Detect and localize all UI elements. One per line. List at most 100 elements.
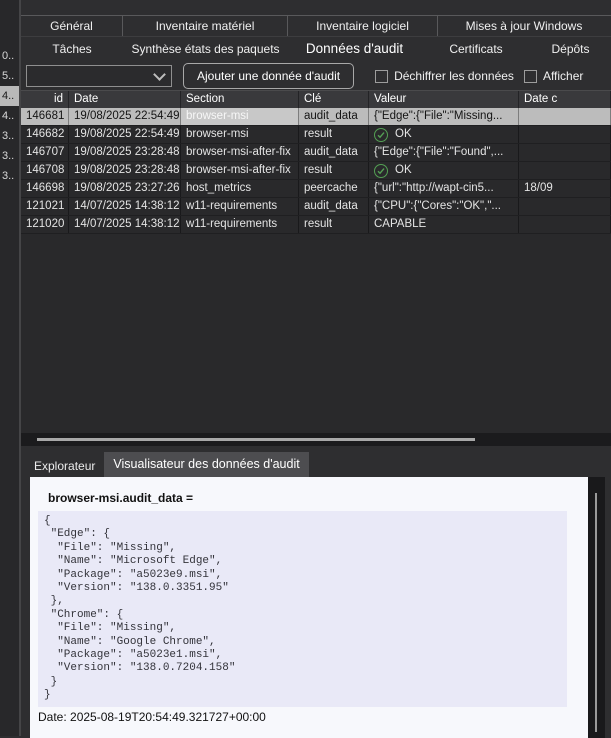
- chevron-down-icon: [153, 68, 166, 81]
- table-row[interactable]: 12102114/07/2025 14:38:12w11-requirement…: [21, 198, 611, 216]
- table-row[interactable]: 12102014/07/2025 14:38:12w11-requirement…: [21, 216, 611, 234]
- page-tabs-row2: TâchesSynthèse états des paquetsDonnées …: [21, 37, 611, 60]
- cell-value[interactable]: CAPABLE: [369, 216, 519, 233]
- cell-section[interactable]: browser-msi-after-fix: [181, 144, 299, 161]
- horizontal-scrollbar[interactable]: [21, 433, 611, 446]
- table-row[interactable]: 14669819/08/2025 23:27:26host_metricspee…: [21, 180, 611, 198]
- host-detail-panel: GénéralInventaire matérielInventaire log…: [21, 0, 611, 736]
- cell-date-creation[interactable]: [519, 162, 611, 179]
- tab-donn-es-d-audit[interactable]: Données d'audit: [288, 41, 421, 56]
- column-header-date-c[interactable]: Date c: [519, 91, 611, 108]
- host-list-item[interactable]: 3..: [0, 146, 19, 166]
- cell-section[interactable]: browser-msi: [181, 126, 299, 143]
- show-data-label: Afficher: [543, 69, 583, 83]
- tab-certificats[interactable]: Certificats: [421, 42, 531, 56]
- tab-synth-se-tats-des-paquets[interactable]: Synthèse états des paquets: [123, 42, 288, 56]
- cell-id[interactable]: 146707: [21, 144, 69, 161]
- cell-section[interactable]: browser-msi-after-fix: [181, 162, 299, 179]
- cell-date-creation[interactable]: [519, 108, 611, 125]
- column-header-id[interactable]: id: [21, 91, 69, 108]
- audit-entry-title: browser-msi.audit_data =: [48, 491, 588, 505]
- tab-mises-jour-windows[interactable]: Mises à jour Windows: [438, 16, 610, 36]
- cell-value[interactable]: {"Edge":{"File":"Missing...: [369, 108, 519, 125]
- cell-id[interactable]: 146698: [21, 180, 69, 197]
- status-ok-icon: [374, 164, 388, 178]
- tab-inventaire-mat-riel[interactable]: Inventaire matériel: [123, 16, 288, 36]
- column-header-section[interactable]: Section: [181, 91, 299, 108]
- tab-t-ches[interactable]: Tâches: [21, 42, 123, 56]
- cell-section[interactable]: host_metrics: [181, 180, 299, 197]
- cell-value[interactable]: {"url":"http://wapt-cin5...: [369, 180, 519, 197]
- cell-id[interactable]: 121020: [21, 216, 69, 233]
- grid-header-row: idDateSectionCléValeurDate c: [21, 91, 611, 108]
- tab-inventaire-logiciel[interactable]: Inventaire logiciel: [288, 16, 438, 36]
- decrypt-data-checkbox[interactable]: Déchiffrer les données: [375, 69, 514, 83]
- status-ok-icon: [374, 128, 388, 142]
- cell-section[interactable]: browser-msi: [181, 108, 299, 125]
- cell-date-creation[interactable]: [519, 198, 611, 215]
- cell-section[interactable]: w11-requirements: [181, 198, 299, 215]
- host-list-item[interactable]: 3..: [0, 126, 19, 146]
- cell-date[interactable]: 14/07/2025 14:38:12: [69, 198, 181, 215]
- vertical-scrollbar-thumb[interactable]: [595, 493, 597, 732]
- checkbox-icon[interactable]: [375, 70, 388, 83]
- viewer-area: browser-msi.audit_data = { "Edge": { "Fi…: [30, 477, 611, 738]
- cell-date[interactable]: 14/07/2025 14:38:12: [69, 216, 181, 233]
- cell-key[interactable]: peercache: [299, 180, 369, 197]
- cell-date-creation[interactable]: [519, 144, 611, 161]
- cell-key[interactable]: audit_data: [299, 198, 369, 215]
- cell-date[interactable]: 19/08/2025 22:54:49: [69, 108, 181, 125]
- tab-d-p-ts[interactable]: Dépôts: [531, 42, 610, 56]
- column-header-valeur[interactable]: Valeur: [369, 91, 519, 108]
- host-list-item[interactable]: 0..: [0, 46, 19, 66]
- grid-body: 14668119/08/2025 22:54:49browser-msiaudi…: [21, 108, 611, 234]
- cell-id[interactable]: 146708: [21, 162, 69, 179]
- table-row[interactable]: 14668219/08/2025 22:54:49browser-msiresu…: [21, 126, 611, 144]
- cell-key[interactable]: result: [299, 162, 369, 179]
- vertical-scrollbar[interactable]: [588, 477, 605, 738]
- horizontal-scrollbar-thumb[interactable]: [37, 438, 475, 441]
- cell-value[interactable]: OK: [369, 126, 519, 143]
- audit-json-box: { "Edge": { "File": "Missing", "Name": "…: [38, 511, 567, 707]
- host-id-list: 0..5..4..4..3..3..3..: [0, 46, 19, 186]
- cell-value[interactable]: {"CPU":{"Cores":"OK","...: [369, 198, 519, 215]
- cell-section[interactable]: w11-requirements: [181, 216, 299, 233]
- host-id-column: 0..5..4..4..3..3..3..: [0, 0, 21, 736]
- table-row[interactable]: 14670819/08/2025 23:28:48browser-msi-aft…: [21, 162, 611, 180]
- cell-date-creation[interactable]: [519, 126, 611, 143]
- cell-id[interactable]: 146682: [21, 126, 69, 143]
- column-header-date[interactable]: Date: [69, 91, 181, 108]
- audit-filter-combobox[interactable]: [26, 65, 172, 87]
- table-row[interactable]: 14668119/08/2025 22:54:49browser-msiaudi…: [21, 108, 611, 126]
- audit-json-pre: { "Edge": { "File": "Missing", "Name": "…: [44, 515, 561, 703]
- audit-toolbar: Ajouter une donnée d'audit Déchiffrer le…: [21, 62, 611, 90]
- cell-value[interactable]: OK: [369, 162, 519, 179]
- host-list-item[interactable]: 3..: [0, 166, 19, 186]
- cell-date[interactable]: 19/08/2025 23:27:26: [69, 180, 181, 197]
- tab-g-n-ral[interactable]: Général: [21, 16, 123, 36]
- cell-id[interactable]: 121021: [21, 198, 69, 215]
- cell-value[interactable]: {"Edge":{"File":"Found",...: [369, 144, 519, 161]
- host-list-item[interactable]: 4..: [0, 86, 19, 106]
- tab-explorateur[interactable]: Explorateur: [25, 456, 104, 477]
- table-row[interactable]: 14670719/08/2025 23:28:48browser-msi-aft…: [21, 144, 611, 162]
- cell-date-creation[interactable]: [519, 216, 611, 233]
- cell-key[interactable]: result: [299, 126, 369, 143]
- host-list-item[interactable]: 4..: [0, 106, 19, 126]
- cell-id[interactable]: 146681: [21, 108, 69, 125]
- checkbox-icon[interactable]: [524, 70, 537, 83]
- cell-key[interactable]: audit_data: [299, 108, 369, 125]
- audit-data-viewer: browser-msi.audit_data = { "Edge": { "Fi…: [30, 477, 588, 738]
- cell-date[interactable]: 19/08/2025 23:28:48: [69, 144, 181, 161]
- show-data-checkbox[interactable]: Afficher: [524, 69, 583, 83]
- host-list-item[interactable]: 5..: [0, 66, 19, 86]
- cell-key[interactable]: audit_data: [299, 144, 369, 161]
- column-header-cl-[interactable]: Clé: [299, 91, 369, 108]
- cell-date-creation[interactable]: 18/09: [519, 180, 611, 197]
- tab-visualisateur-des-donn-es-d-audit[interactable]: Visualisateur des données d'audit: [104, 452, 308, 477]
- audit-data-grid: idDateSectionCléValeurDate c 14668119/08…: [21, 90, 611, 446]
- cell-date[interactable]: 19/08/2025 23:28:48: [69, 162, 181, 179]
- add-audit-data-button[interactable]: Ajouter une donnée d'audit: [183, 63, 354, 89]
- cell-date[interactable]: 19/08/2025 22:54:49: [69, 126, 181, 143]
- cell-key[interactable]: result: [299, 216, 369, 233]
